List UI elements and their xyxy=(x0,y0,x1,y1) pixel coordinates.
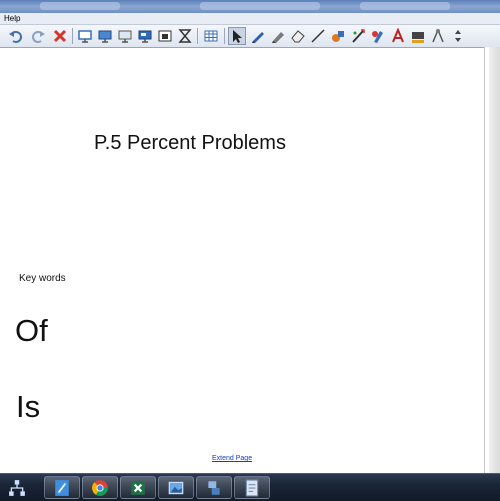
title-bar-glare xyxy=(40,2,120,10)
screen-capture-icon[interactable] xyxy=(76,27,94,45)
redo-icon[interactable] xyxy=(29,27,47,45)
move-icon[interactable] xyxy=(449,27,467,45)
menu-help[interactable]: Help xyxy=(4,13,20,24)
desktop-icon[interactable] xyxy=(136,27,154,45)
title-bar-glare xyxy=(200,2,320,10)
shape-recognition-icon[interactable] xyxy=(369,27,387,45)
window-title-bar xyxy=(0,0,500,13)
fill-icon[interactable] xyxy=(329,27,347,45)
table-icon[interactable] xyxy=(202,27,220,45)
title-bar-glare xyxy=(360,2,450,10)
fill-color-icon[interactable] xyxy=(409,27,427,45)
start-button[interactable] xyxy=(6,477,28,499)
keyword-of: Of xyxy=(15,313,48,348)
document-app-icon[interactable] xyxy=(234,476,270,499)
line-icon[interactable] xyxy=(309,27,327,45)
keyword-is: Is xyxy=(16,389,41,424)
menu-bar: Help xyxy=(0,13,500,25)
delete-icon[interactable] xyxy=(51,27,69,45)
excel-icon[interactable] xyxy=(120,476,156,499)
display-icon[interactable] xyxy=(116,27,134,45)
eraser-icon[interactable] xyxy=(289,27,307,45)
highlighter-icon[interactable] xyxy=(269,27,287,45)
photo-viewer-icon[interactable] xyxy=(158,476,194,499)
taskbar xyxy=(0,473,500,501)
pen-icon[interactable] xyxy=(249,27,267,45)
text-icon[interactable] xyxy=(389,27,407,45)
network-start-icon xyxy=(9,480,25,496)
toolbar xyxy=(0,25,500,48)
select-arrow-icon[interactable] xyxy=(228,27,246,45)
monitor-icon[interactable] xyxy=(96,27,114,45)
compass-icon[interactable] xyxy=(429,27,447,45)
network-app-icon[interactable] xyxy=(196,476,232,499)
key-words-label: Key words xyxy=(19,273,66,284)
extend-page-link[interactable]: Extend Page xyxy=(212,455,252,462)
undo-icon[interactable] xyxy=(7,27,25,45)
crop-icon[interactable] xyxy=(176,27,194,45)
magic-pen-icon[interactable] xyxy=(349,27,367,45)
notebook-app-icon[interactable] xyxy=(44,476,80,499)
side-tab-shade xyxy=(489,47,500,473)
toolbar-separator xyxy=(197,28,198,44)
page-title: P.5 Percent Problems xyxy=(94,132,286,154)
toolbar-separator xyxy=(224,28,225,44)
photo-icon[interactable] xyxy=(156,27,174,45)
chrome-icon[interactable] xyxy=(82,476,118,499)
toolbar-separator xyxy=(72,28,73,44)
side-tab-strip[interactable] xyxy=(484,47,500,473)
